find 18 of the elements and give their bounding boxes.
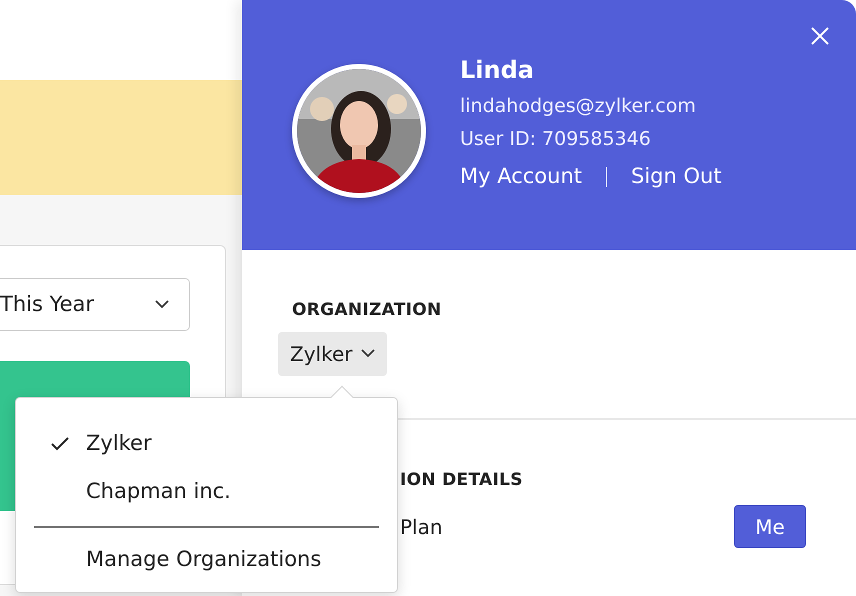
chevron-icon (155, 300, 169, 309)
close-icon (810, 26, 830, 46)
user-email: lindahodges@zylker.com (460, 94, 697, 119)
chevron-icon (360, 349, 374, 358)
menu-item[interactable]: Chapman inc. (34, 468, 231, 516)
user-id: User ID: 709585346 (460, 126, 652, 152)
menu-item[interactable]: Manage Organizations (34, 536, 328, 584)
account-link[interactable]: Sign Out (631, 161, 722, 192)
section-heading: ORGANIZATION (292, 299, 443, 322)
menu-item[interactable]: Zylker (34, 420, 152, 468)
account-link[interactable]: My Account (460, 161, 582, 192)
user-name: Linda (460, 55, 535, 86)
plan-label: Plan (400, 514, 443, 540)
organization-dropdown[interactable]: Zylker (278, 332, 386, 376)
section-heading: ION DETAILS (400, 468, 524, 492)
close-button[interactable] (810, 26, 830, 46)
plan-button[interactable]: Me (734, 505, 806, 548)
period-select[interactable]: This Year (0, 278, 190, 331)
